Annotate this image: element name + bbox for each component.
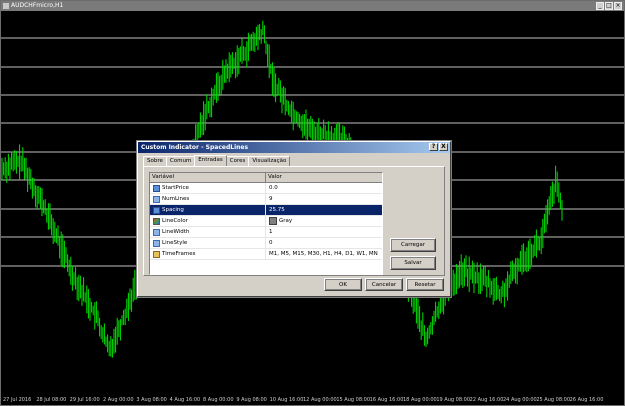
variable-cell: NumLines <box>150 194 266 204</box>
dialog-close-button[interactable]: X <box>439 143 448 151</box>
variable-cell: TimeFrames <box>150 249 266 259</box>
string-type-icon <box>153 250 160 258</box>
value-cell[interactable]: M1, M5, M15, M30, H1, H4, D1, W1, MN <box>266 249 378 259</box>
double-type-icon <box>153 206 160 214</box>
time-tick-label: 29 Jul 16:00 <box>69 397 100 403</box>
time-tick-label: 27 Jul 2016 <box>3 397 32 403</box>
dialog-title: Custom Indicator - SpacedLines <box>141 144 249 151</box>
column-header-value[interactable]: Valor <box>266 173 382 182</box>
value-cell[interactable]: 25.75 <box>266 205 285 215</box>
variable-cell: LineWidth <box>150 227 266 237</box>
table-row[interactable]: Spacing 25.75 <box>150 205 382 216</box>
tab-sobre[interactable]: Sobre <box>143 156 167 166</box>
tab-cores[interactable]: Cores <box>225 156 250 166</box>
maximize-button[interactable]: □ <box>605 2 613 10</box>
variable-cell: LineStyle <box>150 238 266 248</box>
load-button[interactable]: Carregar <box>390 238 436 252</box>
reset-button[interactable]: Resetar <box>406 278 444 291</box>
table-row[interactable]: LineStyle 0 <box>150 238 382 249</box>
cancel-button[interactable]: Cancelar <box>365 278 403 291</box>
time-tick-label: 22 Aug 16:00 <box>469 397 504 403</box>
integer-type-icon <box>153 228 160 236</box>
variable-value: 1 <box>269 229 273 235</box>
color-type-icon <box>153 217 160 225</box>
ok-button[interactable]: OK <box>324 278 362 291</box>
dialog-tabs: Sobre Comum Entradas Cores Visualização <box>143 155 291 166</box>
integer-type-icon <box>153 239 160 247</box>
double-type-icon <box>153 184 160 192</box>
variable-name: StartPrice <box>162 185 189 191</box>
table-row[interactable]: LineWidth 1 <box>150 227 382 238</box>
value-cell[interactable]: 1 <box>266 227 273 237</box>
table-row[interactable]: StartPrice 0.0 <box>150 183 382 194</box>
time-tick-label: 8 Aug 00:00 <box>203 397 234 403</box>
variable-name: LineWidth <box>162 229 190 235</box>
time-tick-label: 26 Aug 16:00 <box>569 397 604 403</box>
variable-name: Spacing <box>162 207 184 213</box>
save-button[interactable]: Salvar <box>390 256 436 270</box>
column-header-variable[interactable]: Variável <box>150 173 266 182</box>
time-tick-label: 10 Aug 16:00 <box>269 397 304 403</box>
variable-cell: Spacing <box>150 205 266 215</box>
time-tick-label: 12 Aug 00:00 <box>303 397 337 403</box>
dialog-title-bar[interactable]: Custom Indicator - SpacedLines ? X <box>138 142 450 153</box>
integer-type-icon <box>153 195 160 203</box>
tab-visualizacao[interactable]: Visualização <box>248 156 291 166</box>
help-button[interactable]: ? <box>429 143 438 151</box>
custom-indicator-dialog: Custom Indicator - SpacedLines ? X Sobre… <box>137 141 451 297</box>
variable-name: TimeFrames <box>162 251 196 257</box>
color-swatch <box>269 216 277 225</box>
time-tick-label: 15 Aug 08:00 <box>336 397 371 403</box>
time-tick-label: 2 Aug 00:00 <box>103 397 134 403</box>
value-cell[interactable]: Gray <box>266 216 292 226</box>
table-row[interactable]: NumLines 9 <box>150 194 382 205</box>
value-cell[interactable]: 0.0 <box>266 183 278 193</box>
variable-value: Gray <box>279 218 293 224</box>
variable-value: 9 <box>269 196 273 202</box>
variable-value: 0.0 <box>269 185 278 191</box>
time-tick-label: 18 Aug 00:00 <box>403 397 437 403</box>
minimize-button[interactable]: _ <box>596 2 604 10</box>
time-axis: 27 Jul 2016 28 Jul 08:00 29 Jul 16:00 2 Aug… <box>1 396 624 406</box>
time-tick-label: 19 Aug 08:00 <box>436 397 471 403</box>
time-tick-label: 9 Aug 08:00 <box>236 397 267 403</box>
chart-title-bar[interactable]: AUDCHFmicro,H1 _ □ × <box>1 1 624 11</box>
time-tick-label: 3 Aug 08:00 <box>136 397 167 403</box>
value-cell[interactable]: 9 <box>266 194 273 204</box>
time-tick-label: 4 Aug 16:00 <box>169 397 201 403</box>
variable-cell: LineColor <box>150 216 266 226</box>
inputs-table: Variável Valor StartPrice 0.0 NumLines 9 Spa… <box>149 172 383 275</box>
variable-value: M1, M5, M15, M30, H1, H4, D1, W1, MN <box>269 251 378 257</box>
variable-name: LineColor <box>162 218 188 224</box>
variable-value: 25.75 <box>269 207 285 213</box>
close-chart-button[interactable]: × <box>614 2 622 10</box>
variable-cell: StartPrice <box>150 183 266 193</box>
value-cell[interactable]: 0 <box>266 238 273 248</box>
time-tick-label: 24 Aug 00:00 <box>503 397 537 403</box>
time-tick-label: 16 Aug 16:00 <box>369 397 404 403</box>
table-row[interactable]: TimeFrames M1, M5, M15, M30, H1, H4, D1, … <box>150 249 382 260</box>
table-header: Variável Valor <box>150 173 382 183</box>
variable-name: NumLines <box>162 196 190 202</box>
time-tick-label: 28 Jul 08:00 <box>36 397 67 403</box>
tab-entradas[interactable]: Entradas <box>194 155 227 166</box>
table-row[interactable]: LineColor Gray <box>150 216 382 227</box>
variable-name: LineStyle <box>162 240 188 246</box>
chart-title: AUDCHFmicro,H1 <box>11 2 64 9</box>
variable-value: 0 <box>269 240 273 246</box>
chart-icon <box>3 3 9 9</box>
inputs-panel: Variável Valor StartPrice 0.0 NumLines 9 Spa… <box>143 166 445 276</box>
tab-comum[interactable]: Comum <box>165 156 196 166</box>
time-tick-label: 25 Aug 08:00 <box>536 397 571 403</box>
